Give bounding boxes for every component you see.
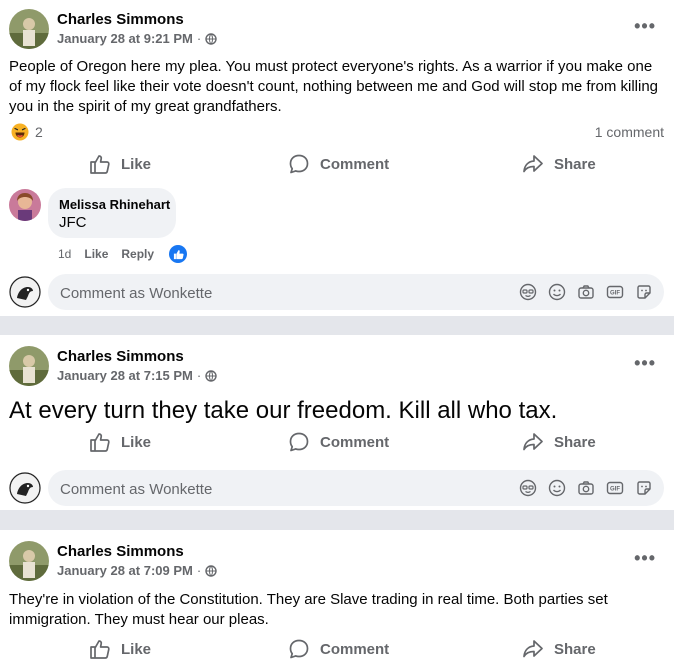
svg-text:GIF: GIF [610,487,620,493]
composer-avatar[interactable] [9,276,41,308]
post-timestamp[interactable]: January 28 at 7:15 PM [57,368,193,383]
author-avatar[interactable] [9,9,49,49]
meta-separator: · [196,368,202,383]
thumbs-up-icon [90,640,110,659]
share-arrow-icon [523,433,543,451]
share-arrow-icon [523,155,543,173]
author-avatar[interactable] [9,346,49,386]
gif-icon[interactable]: GIF [605,282,625,302]
share-button[interactable]: Share [522,153,596,175]
post-meta: January 28 at 9:21 PM · [57,31,217,46]
comment-meta: 1d Like Reply [58,245,188,263]
post-card: Charles Simmons January 28 at 9:21 PM · … [0,0,674,316]
comment-count-link[interactable]: 1 comment [595,124,664,140]
author-name[interactable]: Charles Simmons [57,11,184,28]
comment-label: Comment [320,640,390,658]
comment-like-link[interactable]: Like [84,247,108,261]
camera-icon[interactable] [576,478,596,498]
comment-bubble-icon [289,154,309,174]
post-text: They're in violation of the Constitution… [9,591,608,628]
post-meta: January 28 at 7:09 PM · [57,563,217,578]
post-text: People of Oregon here my plea. You must … [9,58,659,115]
post-timestamp[interactable]: January 28 at 7:09 PM [57,563,193,578]
globe-icon [205,32,217,45]
author-name[interactable]: Charles Simmons [57,543,184,560]
comment-reply-link[interactable]: Reply [121,247,154,261]
share-button[interactable]: Share [522,638,596,660]
commenter-avatar[interactable] [9,189,41,221]
meta-separator: · [196,563,202,578]
comment-bubble-icon [289,432,309,452]
post-card: Charles Simmons January 28 at 7:09 PM · … [0,530,674,671]
comment-text: JFC [59,214,87,231]
comment-label: Comment [320,433,390,451]
comment-bubble-icon [289,639,309,659]
reaction-count: 2 [35,124,43,140]
thumbs-up-icon [90,433,110,452]
share-label: Share [554,433,596,451]
composer-icons: GIF [518,478,654,498]
comment-bubble: Melissa Rhinehart JFC [48,188,176,238]
post-meta: January 28 at 7:15 PM · [57,368,217,383]
comment-composer: GIF [48,470,664,508]
meta-separator: · [196,31,202,46]
composer-icons: GIF [518,282,654,302]
reaction-summary[interactable]: 2 [11,123,43,141]
composer-avatar[interactable] [9,472,41,504]
like-button[interactable]: Like [89,431,151,453]
author-name[interactable]: Charles Simmons [57,348,184,365]
haha-reaction-icon [11,123,29,141]
like-label: Like [121,640,152,658]
share-label: Share [554,155,596,173]
comment-button[interactable]: Comment [288,638,389,660]
more-options-icon[interactable]: ••• [634,353,656,374]
post-timestamp[interactable]: January 28 at 9:21 PM [57,31,193,46]
camera-icon[interactable] [576,282,596,302]
share-arrow-icon [523,640,543,658]
avatar-sticker-icon[interactable] [518,282,538,302]
comment-age[interactable]: 1d [58,247,71,261]
like-button[interactable]: Like [89,638,151,660]
share-button[interactable]: Share [522,431,596,453]
like-reaction-icon[interactable] [169,245,188,263]
emoji-icon[interactable] [547,478,567,498]
comment-label: Comment [320,155,390,173]
more-options-icon[interactable]: ••• [634,16,656,37]
svg-text:GIF: GIF [610,291,620,297]
comment-input[interactable] [58,274,462,312]
sticker-icon[interactable] [634,282,654,302]
thumbs-up-icon [90,155,110,174]
commenter-name[interactable]: Melissa Rhinehart [59,197,170,212]
like-label: Like [121,155,152,173]
comment-button[interactable]: Comment [288,431,389,453]
emoji-icon[interactable] [547,282,567,302]
more-options-icon[interactable]: ••• [634,548,656,569]
share-label: Share [554,640,596,658]
avatar-sticker-icon[interactable] [518,478,538,498]
globe-icon [205,369,217,382]
sticker-icon[interactable] [634,478,654,498]
globe-icon [205,564,217,577]
like-button[interactable]: Like [89,153,151,175]
comment-button[interactable]: Comment [288,153,389,175]
like-label: Like [121,433,152,451]
post-card: Charles Simmons January 28 at 7:15 PM · … [0,335,674,510]
author-avatar[interactable] [9,541,49,581]
post-text: At every turn they take our freedom. Kil… [9,397,558,424]
gif-icon[interactable]: GIF [605,478,625,498]
comment-composer: GIF [48,274,664,312]
comment-input[interactable] [58,470,462,508]
